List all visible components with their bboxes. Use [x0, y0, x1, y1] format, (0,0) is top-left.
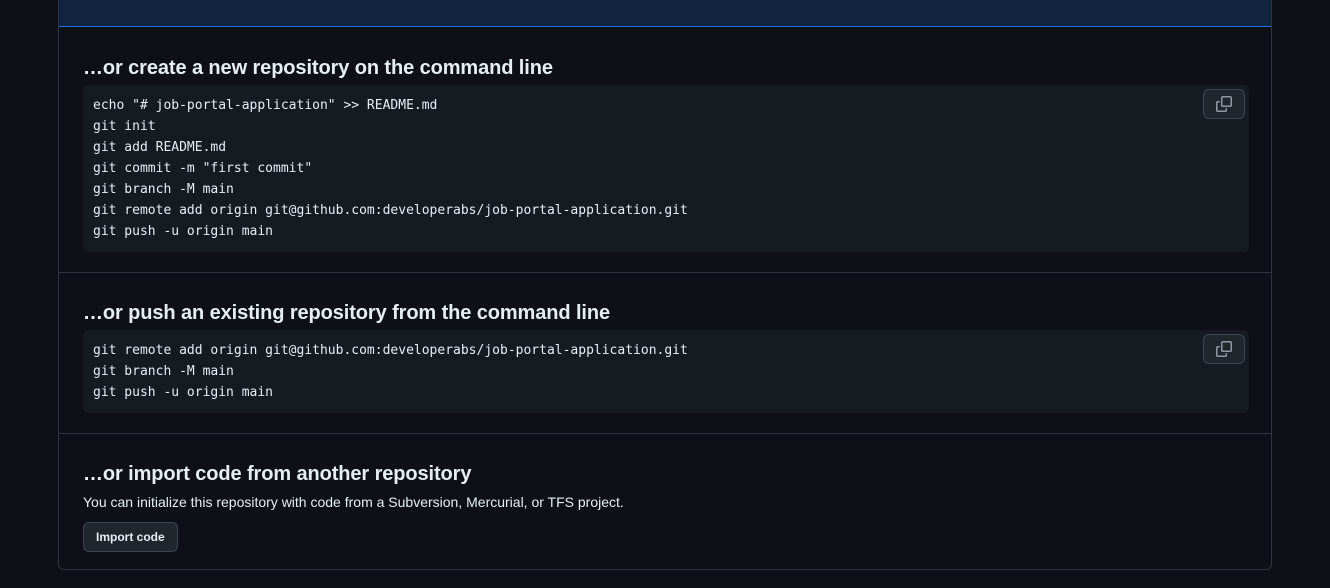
copy-create-commands-button[interactable] [1203, 89, 1245, 119]
import-code-button[interactable]: Import code [83, 522, 178, 552]
quick-setup-banner [59, 0, 1271, 27]
code-line: git remote add origin git@github.com:dev… [93, 343, 688, 358]
push-repo-code-block: git remote add origin git@github.com:dev… [83, 330, 1249, 413]
code-line: git init [93, 119, 156, 134]
copy-icon [1216, 341, 1232, 357]
create-repo-section: …or create a new repository on the comma… [83, 55, 1249, 252]
code-line: git add README.md [93, 140, 227, 155]
code-line: git push -u origin main [93, 224, 274, 239]
code-line: git branch -M main [93, 182, 234, 197]
code-line: echo "# job-portal-application" >> READM… [93, 98, 438, 113]
section-divider [59, 272, 1271, 273]
code-line: git commit -m "first commit" [93, 161, 313, 176]
import-description: You can initialize this repository with … [83, 494, 624, 510]
copy-icon [1216, 96, 1232, 112]
import-repo-heading: …or import code from another repository [83, 463, 472, 485]
push-repo-section: …or push an existing repository from the… [83, 300, 1249, 413]
repo-setup-box: …or create a new repository on the comma… [58, 0, 1272, 570]
import-repo-section: …or import code from another repository … [83, 461, 1249, 552]
code-line: git push -u origin main [93, 385, 274, 400]
create-repo-code-block: echo "# job-portal-application" >> READM… [83, 85, 1249, 252]
copy-push-commands-button[interactable] [1203, 334, 1245, 364]
section-divider [59, 433, 1271, 434]
create-repo-heading: …or create a new repository on the comma… [83, 57, 553, 79]
code-line: git remote add origin git@github.com:dev… [93, 203, 688, 218]
code-line: git branch -M main [93, 364, 234, 379]
push-repo-heading: …or push an existing repository from the… [83, 302, 611, 324]
